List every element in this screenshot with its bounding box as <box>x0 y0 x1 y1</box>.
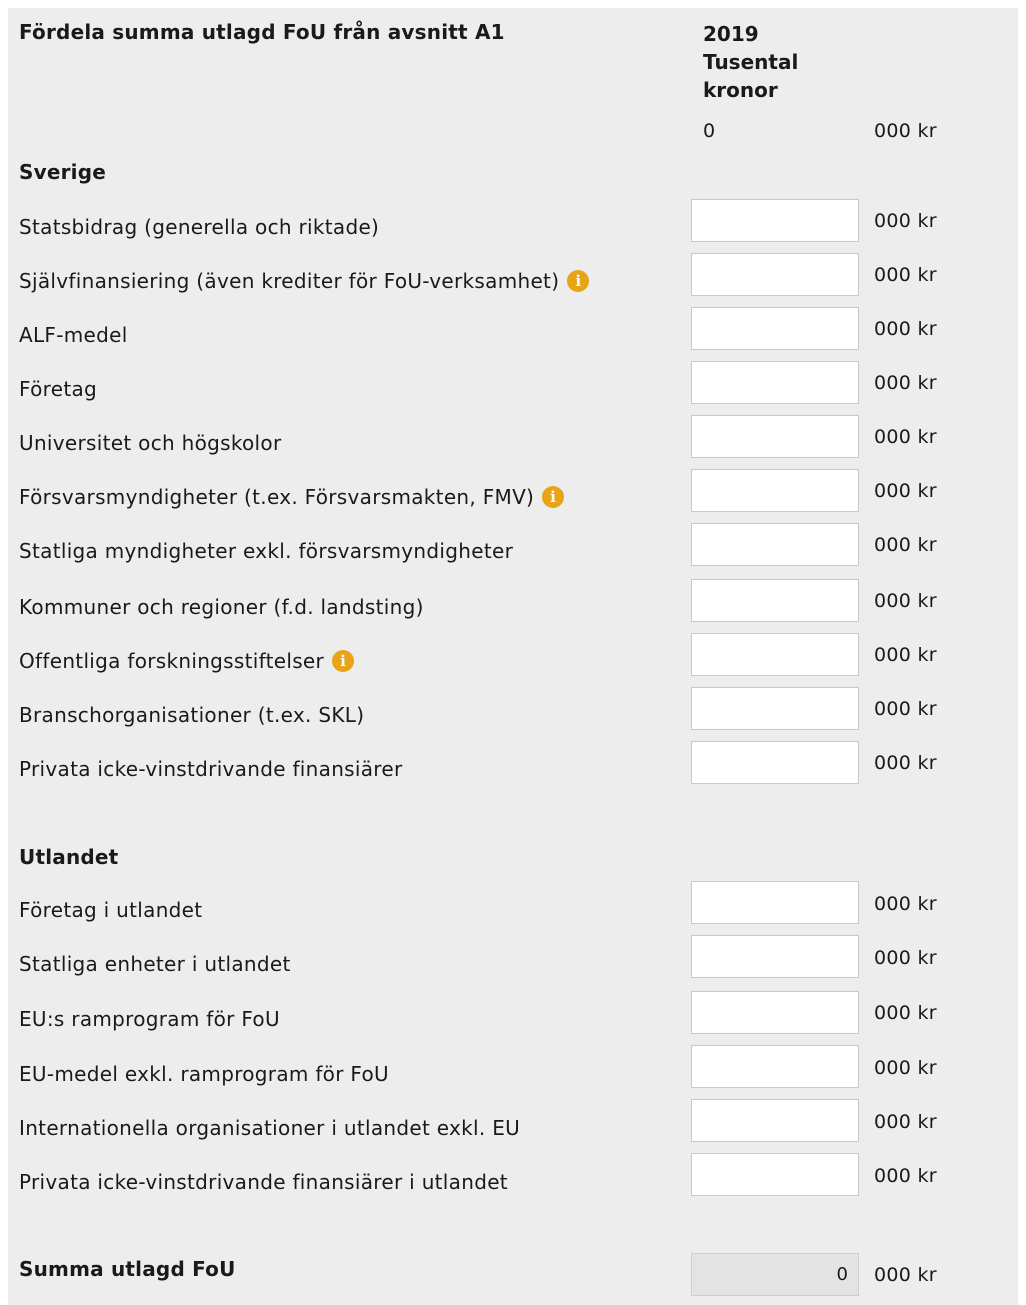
alf-medel-input[interactable] <box>691 307 859 350</box>
row-label-foretag: Företag <box>19 377 98 401</box>
info-icon[interactable]: i <box>542 486 565 508</box>
forsvarsmyndigheter-input[interactable] <box>691 469 859 512</box>
row-label-branschorganisationer: Branschorganisationer (t.ex. SKL) <box>19 703 365 727</box>
row-label-statliga-enheter-utlandet: Statliga enheter i utlandet <box>19 952 291 976</box>
row-unit: 000 kr <box>874 1111 937 1133</box>
row-label-privata-finansiarer: Privata icke-vinstdrivande finansiärer <box>19 757 403 781</box>
row-unit: 000 kr <box>874 480 937 502</box>
column-year: 2019 <box>703 22 759 46</box>
column-unit-line2: kronor <box>703 78 778 102</box>
foretag-utlandet-input[interactable] <box>691 881 859 924</box>
eu-ramprogram-input[interactable] <box>691 991 859 1034</box>
row-unit: 000 kr <box>874 1165 937 1187</box>
row-unit: 000 kr <box>874 893 937 915</box>
row-label-privata-finansiarer-utlandet: Privata icke-vinstdrivande finansiärer i… <box>19 1170 508 1194</box>
row-label-forsvarsmyndigheter: Försvarsmyndigheter (t.ex. Försvarsmakte… <box>19 485 565 509</box>
info-icon[interactable]: i <box>567 270 590 292</box>
summary-label: Summa utlagd FoU <box>19 1257 236 1281</box>
info-icon[interactable]: i <box>332 650 355 672</box>
row-unit: 000 kr <box>874 752 937 774</box>
forskningsstiftelser-input[interactable] <box>691 633 859 676</box>
row-unit: 000 kr <box>874 947 937 969</box>
row-unit: 000 kr <box>874 534 937 556</box>
row-label-eu-medel: EU-medel exkl. ramprogram för FoU <box>19 1062 389 1086</box>
row-unit: 000 kr <box>874 1057 937 1079</box>
row-label-universitet: Universitet och högskolor <box>19 431 282 455</box>
row-unit: 000 kr <box>874 698 937 720</box>
universitet-input[interactable] <box>691 415 859 458</box>
total-unit: 000 kr <box>874 120 937 142</box>
row-label-forskningsstiftelser: Offentliga forskningsstiftelser i <box>19 649 355 673</box>
row-unit: 000 kr <box>874 318 937 340</box>
section-heading-sverige: Sverige <box>19 160 107 184</box>
row-label-kommuner: Kommuner och regioner (f.d. landsting) <box>19 595 424 619</box>
column-unit-line1: Tusental <box>703 50 799 74</box>
row-unit: 000 kr <box>874 1002 937 1024</box>
row-label-foretag-utlandet: Företag i utlandet <box>19 898 203 922</box>
internationella-organisationer-input[interactable] <box>691 1099 859 1142</box>
foretag-input[interactable] <box>691 361 859 404</box>
form-title: Fördela summa utlagd FoU från avsnitt A1 <box>19 20 505 44</box>
statliga-myndigheter-input[interactable] <box>691 523 859 566</box>
row-label-sjalvfinansiering: Självfinansiering (även krediter för FoU… <box>19 269 590 293</box>
row-label-alf-medel: ALF-medel <box>19 323 128 347</box>
row-label-internationella-organisationer: Internationella organisationer i utlande… <box>19 1116 521 1140</box>
privata-finansiarer-input[interactable] <box>691 741 859 784</box>
row-label-statsbidrag: Statsbidrag (generella och riktade) <box>19 215 380 239</box>
total-value: 0 <box>703 120 716 142</box>
row-unit: 000 kr <box>874 590 937 612</box>
eu-medel-input[interactable] <box>691 1045 859 1088</box>
column-header: 2019 Tusental kronor <box>703 20 798 104</box>
summary-unit: 000 kr <box>874 1264 937 1286</box>
row-unit: 000 kr <box>874 426 937 448</box>
kommuner-input[interactable] <box>691 579 859 622</box>
branschorganisationer-input[interactable] <box>691 687 859 730</box>
row-unit: 000 kr <box>874 210 937 232</box>
row-label-statliga-myndigheter: Statliga myndigheter exkl. försvarsmyndi… <box>19 539 514 563</box>
privata-finansiarer-utlandet-input[interactable] <box>691 1153 859 1196</box>
sjalvfinansiering-input[interactable] <box>691 253 859 296</box>
section-heading-utlandet: Utlandet <box>19 845 119 869</box>
row-label-eu-ramprogram: EU:s ramprogram för FoU <box>19 1007 280 1031</box>
row-unit: 000 kr <box>874 644 937 666</box>
statliga-enheter-utlandet-input[interactable] <box>691 935 859 978</box>
row-unit: 000 kr <box>874 372 937 394</box>
row-unit: 000 kr <box>874 264 937 286</box>
statsbidrag-input[interactable] <box>691 199 859 242</box>
summary-value: 0 <box>691 1253 859 1296</box>
